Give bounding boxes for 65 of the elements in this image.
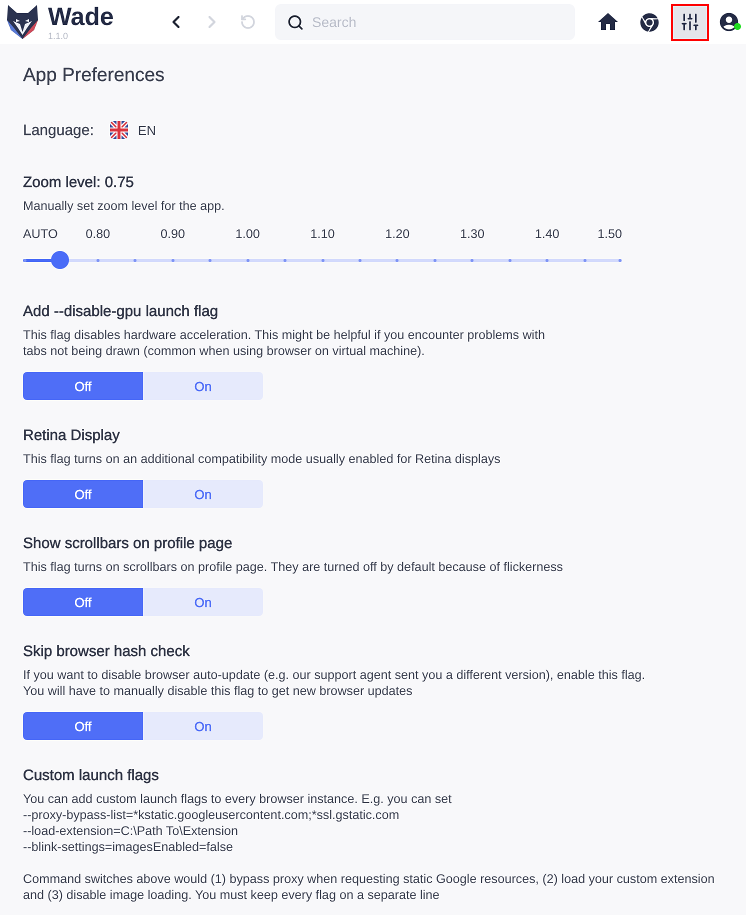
search-field[interactable]: Search xyxy=(275,4,575,40)
settings-button[interactable] xyxy=(671,4,709,40)
toggle-option[interactable]: Off xyxy=(23,588,143,616)
tick-dot-icon xyxy=(134,259,137,262)
section-title: Zoom level: 0.75 xyxy=(23,173,135,193)
reload-icon xyxy=(240,14,256,30)
tick-dot-icon xyxy=(618,259,622,262)
section-description: Manually set zoom level for the app. xyxy=(23,198,226,214)
toggle-option[interactable]: Off xyxy=(23,712,143,740)
section-title: Add --disable-gpu launch flag xyxy=(23,302,220,322)
section-description: This flag disables hardware acceleration. This might be helpful if you encounter problems with tabs not being drawn (common when using browser on virtual machine). xyxy=(23,327,546,359)
section-title: Skip browser hash check xyxy=(23,642,191,662)
scale-label: 0.80 xyxy=(86,226,110,242)
tick-dot-icon xyxy=(508,259,512,262)
sliders-icon xyxy=(680,12,700,32)
tick-dot-icon xyxy=(470,259,474,262)
tick-dot-icon xyxy=(321,259,324,262)
flag-example: --blink-settings=imagesEnabled=false xyxy=(23,839,234,855)
section-title: Show scrollbars on profile page xyxy=(23,534,234,554)
tick-dot-icon xyxy=(96,259,100,262)
tick-dot-icon xyxy=(208,259,212,262)
scale-label: 1.20 xyxy=(385,226,410,242)
tick-dot-icon xyxy=(546,259,549,262)
flag-example: --load-extension=C:\Path To\Extension xyxy=(23,823,240,839)
scale-label: 1.00 xyxy=(235,226,260,242)
section-note: Command switches above would (1) bypass proxy when requesting static Google resources, (2) load your custom extension and (3) disable image loading. You must keep every flag on a separate line xyxy=(23,871,716,903)
section-description: This flag turns on scrollbars on profile page. They are turned off by default because of flickerness xyxy=(23,559,564,575)
user-avatar-icon xyxy=(718,11,740,33)
browser-icon xyxy=(640,12,658,32)
scale-label: 0.90 xyxy=(160,226,185,242)
scale-label: 1.10 xyxy=(310,226,335,242)
flag-icon xyxy=(110,121,128,139)
toggle-option[interactable]: Off xyxy=(23,480,143,508)
wolf-logo-icon xyxy=(5,4,40,40)
scale-label: 1.50 xyxy=(597,226,622,242)
tick-dot-icon xyxy=(171,259,174,262)
zoom-slider[interactable] xyxy=(23,251,622,269)
app-name: Wade xyxy=(48,4,114,30)
tick-dot-icon xyxy=(583,259,586,262)
toggle-option[interactable]: On xyxy=(143,712,263,740)
toggle-option[interactable]: On xyxy=(143,480,263,508)
toggle-option[interactable]: On xyxy=(143,588,263,616)
toggle-option[interactable]: On xyxy=(143,372,263,400)
tick-dot-icon xyxy=(396,259,399,262)
flag-example: --proxy-bypass-list=*kstatic.googleusercontent.com;*ssl.gstatic.com xyxy=(23,807,400,823)
scale-label: 1.30 xyxy=(460,226,484,242)
section-description: This flag turns on an additional compatibility mode usually enabled for Retina displays xyxy=(23,451,502,467)
page-title: App Preferences xyxy=(23,64,166,88)
scale-label: 1.40 xyxy=(534,226,560,242)
section-description: You can add custom launch flags to every browser instance. E.g. you can set xyxy=(23,791,453,807)
section-title: Retina Display xyxy=(23,426,121,446)
section-description: If you want to disable browser auto-update (e.g. our support agent sent you a different version), enable this flag. You will have to manually disable this flag to get new browser updates xyxy=(23,667,646,699)
tick-dot-icon xyxy=(284,259,287,262)
slider-thumb[interactable] xyxy=(51,251,70,269)
tick-dot-icon xyxy=(433,259,436,262)
scale-label: AUTO xyxy=(23,226,58,242)
search-icon xyxy=(287,14,304,31)
app-version: 1.1.0 xyxy=(48,30,70,40)
section-title: Custom launch flags xyxy=(23,766,160,786)
toggle-option[interactable]: Off xyxy=(23,372,143,400)
tick-dot-icon xyxy=(24,259,26,262)
language-label: Language: xyxy=(23,122,94,138)
language-value[interactable]: EN xyxy=(138,122,156,138)
tick-dot-icon xyxy=(358,259,362,262)
tick-dot-icon xyxy=(246,259,250,262)
